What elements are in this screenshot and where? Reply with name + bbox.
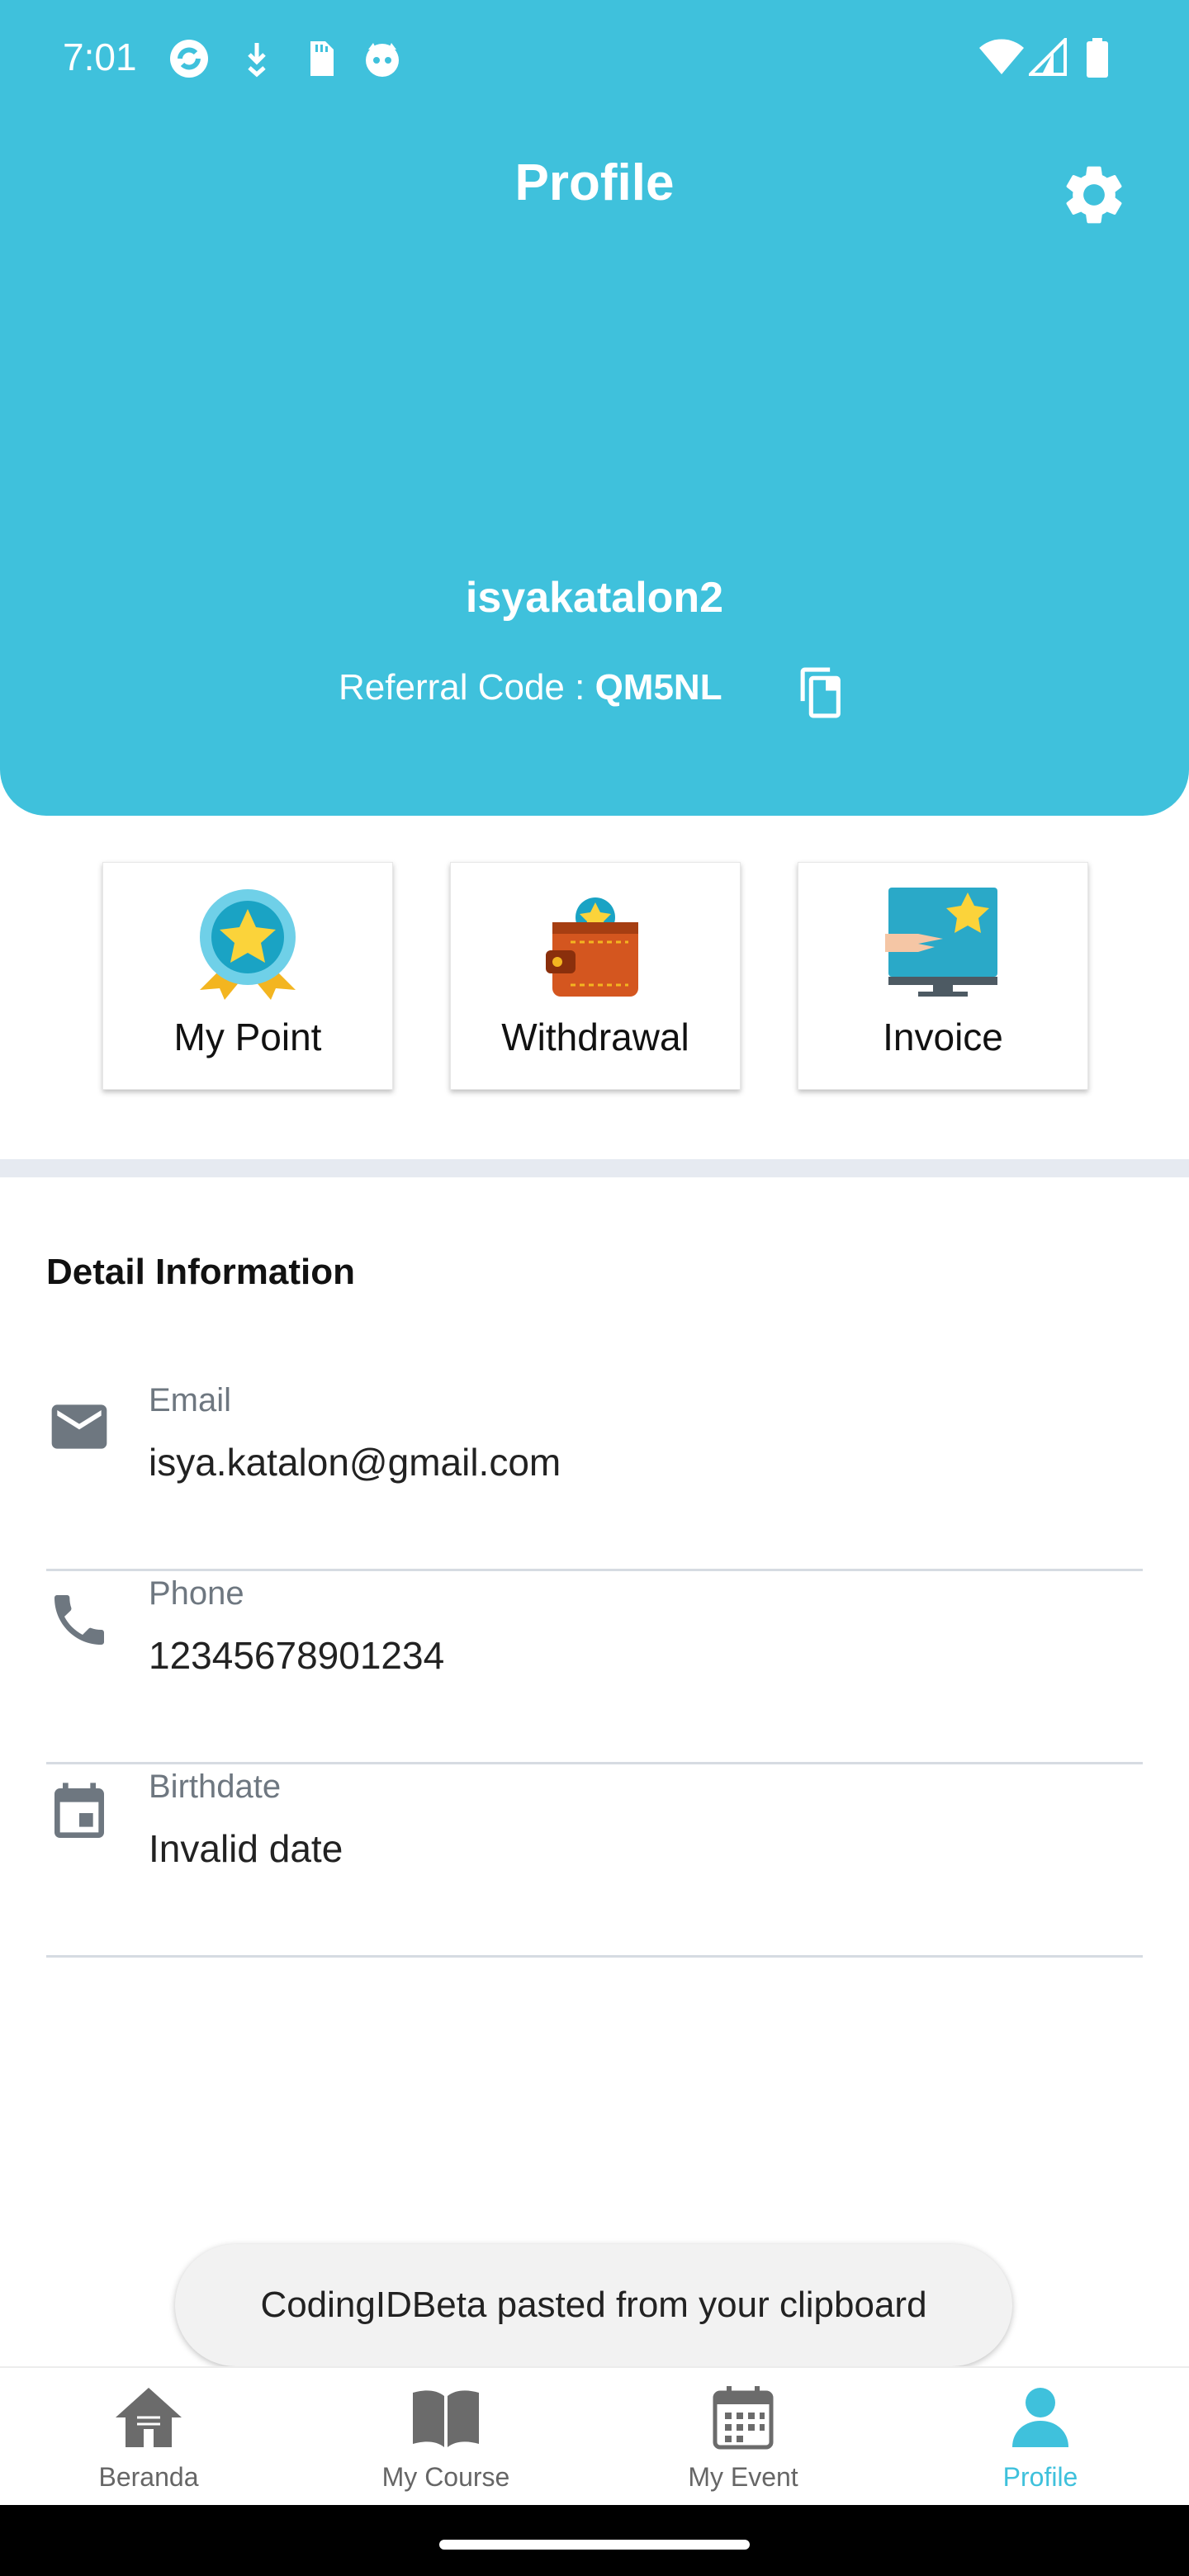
email-value: isya.katalon@gmail.com: [149, 1441, 561, 1484]
my-point-card[interactable]: My Point: [102, 862, 393, 1090]
nav-item-beranda[interactable]: Beranda: [0, 2368, 297, 2507]
calendar-grid-icon: [713, 2386, 774, 2450]
referral-code-text: Referral Code : QM5NL: [339, 667, 722, 708]
clipboard-toast: CodingIDBeta pasted from your clipboard: [175, 2244, 1012, 2366]
cat-face-icon: [366, 43, 399, 77]
nav-item-my-course[interactable]: My Course: [297, 2368, 594, 2507]
birthdate-label: Birthdate: [149, 1769, 282, 1805]
card-label: My Point: [173, 1016, 322, 1058]
withdrawal-card[interactable]: Withdrawal: [450, 862, 741, 1090]
phone-row: Phone 12345678901234: [46, 1569, 1143, 1764]
status-bar: 7:01: [0, 0, 1189, 116]
birthdate-row: Birthdate Invalid date: [46, 1762, 1143, 1958]
sd-card-icon: [310, 41, 334, 76]
home-gesture-bar[interactable]: [439, 2540, 750, 2550]
email-icon: [51, 1404, 107, 1449]
battery-icon: [1087, 38, 1108, 78]
person-icon: [1012, 2388, 1068, 2447]
referral-code: QM5NL: [594, 667, 722, 708]
card-label: Invoice: [883, 1016, 1003, 1058]
gear-icon[interactable]: [1059, 159, 1130, 230]
email-label: Email: [149, 1382, 232, 1418]
nav-label: Beranda: [98, 2462, 199, 2492]
profile-username: isyakatalon2: [465, 574, 724, 622]
monitor-star-icon: [885, 888, 997, 997]
nav-label: Profile: [1002, 2462, 1078, 2492]
wallet-icon: [546, 897, 638, 997]
phone-value: 12345678901234: [149, 1634, 445, 1677]
home-icon: [116, 2388, 182, 2447]
phone-label: Phone: [149, 1575, 244, 1612]
download-arrow-icon: [248, 43, 266, 78]
signal-icon: [1029, 38, 1067, 76]
nav-item-profile[interactable]: Profile: [892, 2368, 1189, 2507]
wifi-icon: [979, 39, 1024, 74]
nav-item-my-event[interactable]: My Event: [594, 2368, 892, 2507]
sync-app-icon: [170, 40, 208, 78]
email-row: Email isya.katalon@gmail.com: [46, 1376, 1143, 1571]
status-time: 7:01: [63, 36, 137, 78]
book-icon: [413, 2390, 479, 2447]
medal-star-icon: [200, 889, 296, 1000]
section-title: Detail Information: [46, 1252, 356, 1292]
copy-icon[interactable]: [796, 665, 847, 720]
calendar-icon: [54, 1783, 104, 1838]
birthdate-value: Invalid date: [149, 1827, 343, 1870]
nav-label: My Event: [688, 2462, 798, 2492]
referral-label: Referral Code :: [339, 667, 595, 708]
bottom-navigation: Beranda My Course My Event Profile: [0, 2366, 1189, 2507]
invoice-card[interactable]: Invoice: [798, 862, 1088, 1090]
section-divider: [0, 1159, 1189, 1177]
nav-label: My Course: [381, 2462, 510, 2492]
profile-header: 7:01 Profile isyakatalon2 Referral Code …: [0, 0, 1189, 816]
phone-icon: [54, 1595, 104, 1645]
card-label: Withdrawal: [501, 1016, 689, 1058]
page-title: Profile: [514, 154, 675, 211]
